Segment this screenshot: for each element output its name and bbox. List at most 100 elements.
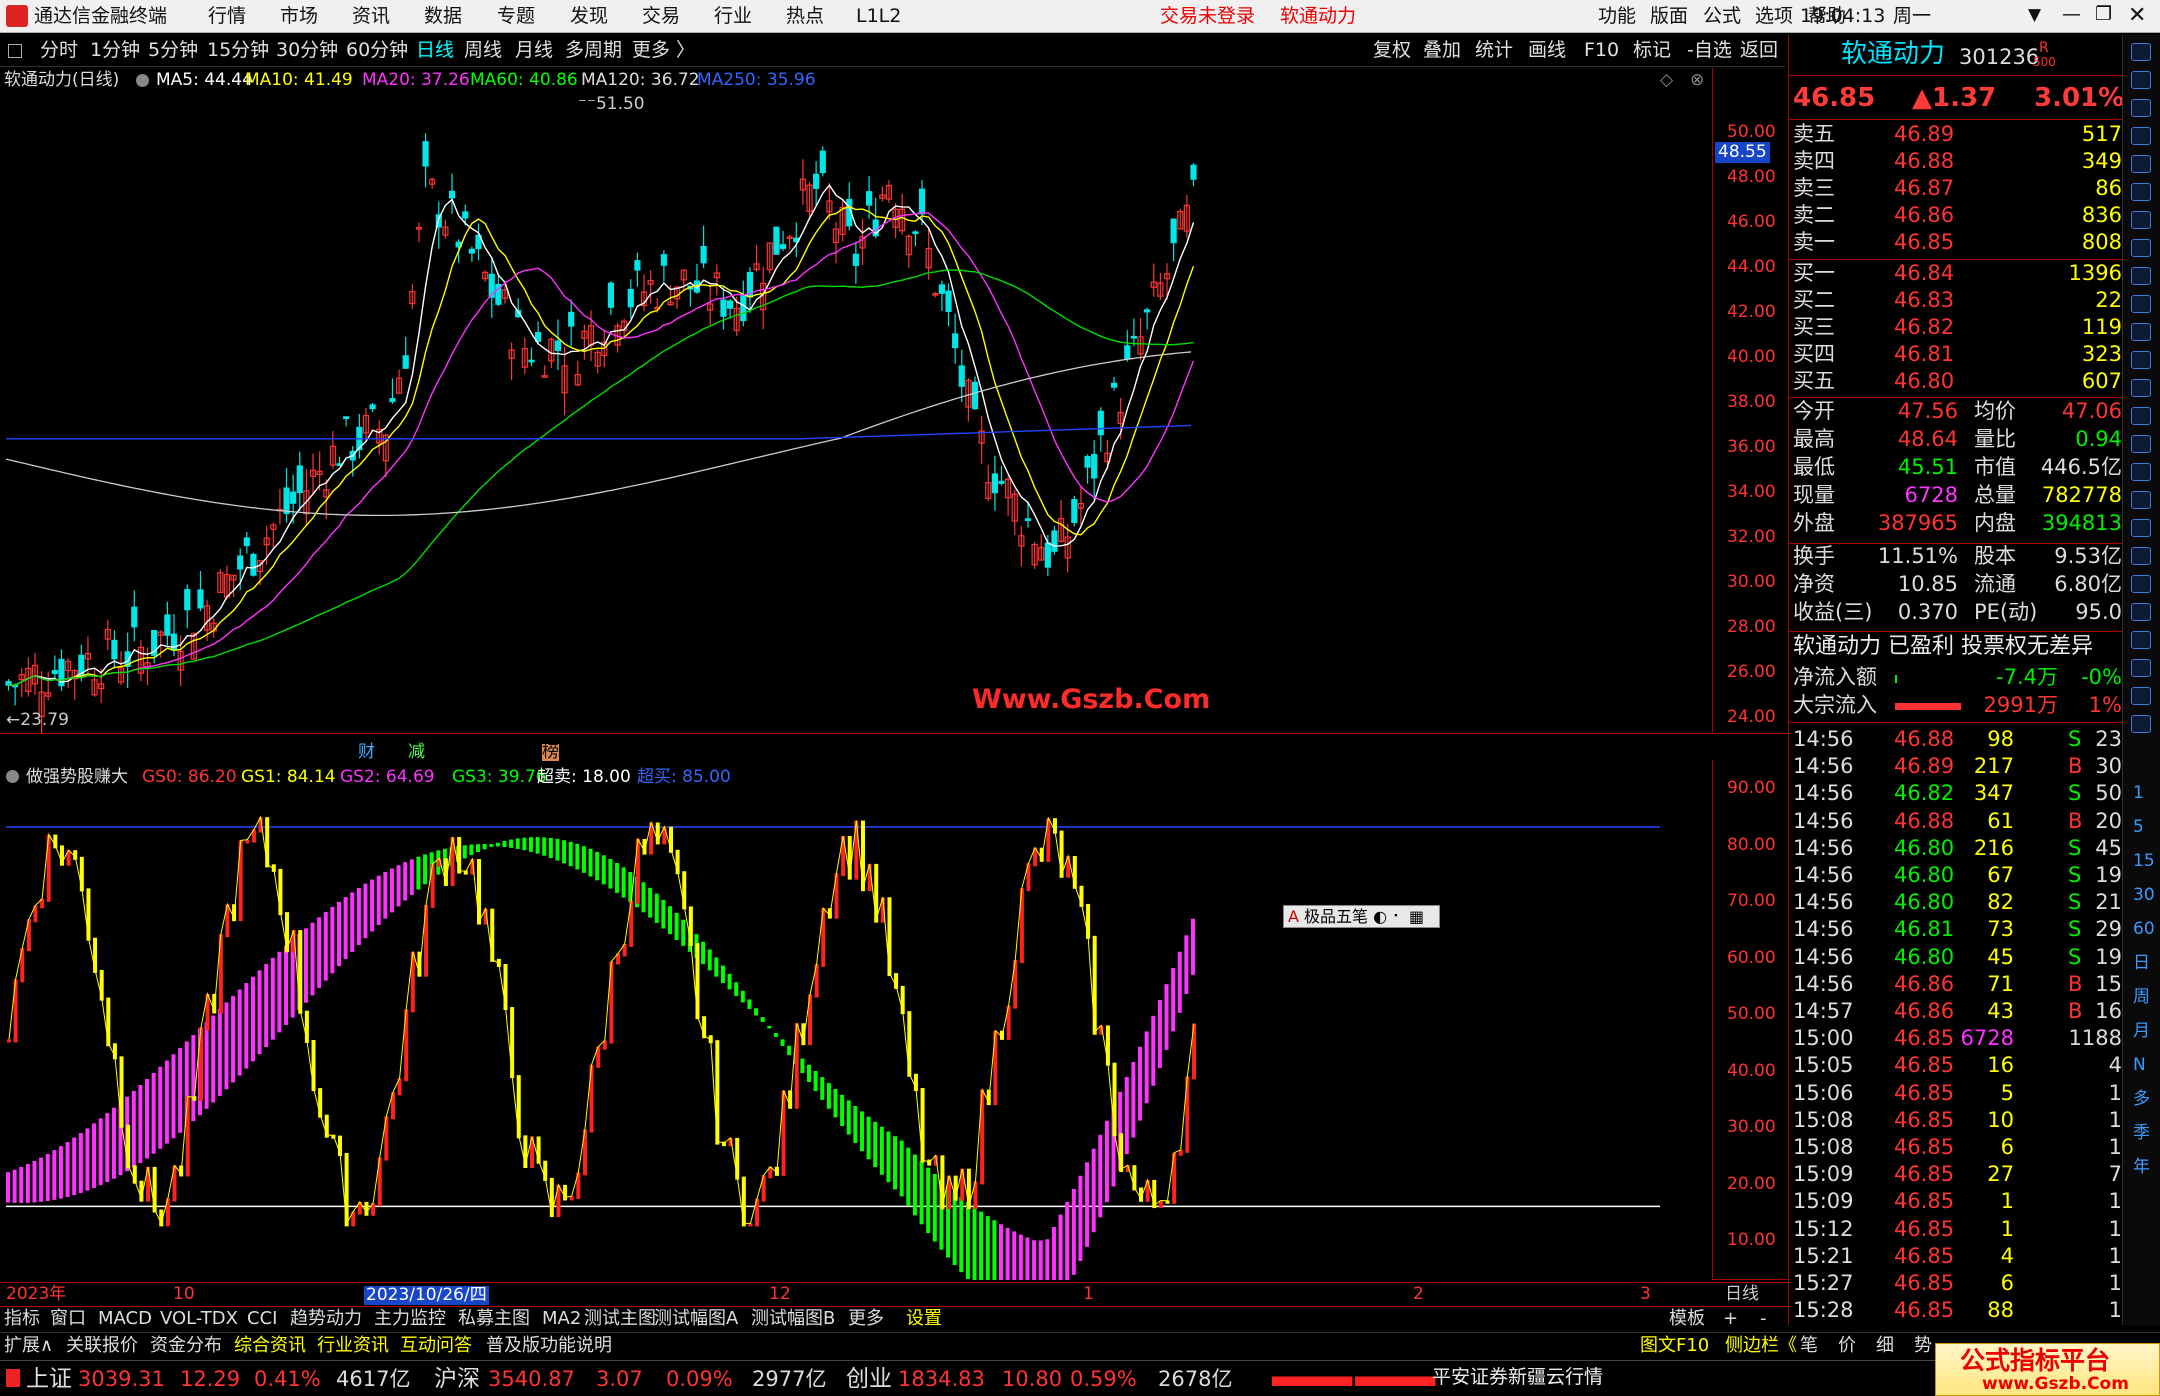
side-period-tab[interactable]: 多 [2133,1091,2150,1108]
trade-status[interactable]: 交易未登录 [1160,7,1255,26]
indicator-tab[interactable]: 主力监控 [374,1310,446,1328]
side-tool-icon[interactable] [2131,575,2151,593]
side-tool-icon[interactable] [2131,323,2151,341]
info-tab[interactable]: 扩展∧ [4,1337,53,1355]
maximize-icon[interactable]: ❐ [2095,5,2112,24]
side-tool-icon[interactable] [2131,99,2151,117]
side-tool-icon[interactable] [2131,211,2151,229]
menu-item[interactable]: 发现 [570,7,608,26]
dropdown-icon[interactable]: ▼ [2028,7,2041,24]
side-tool-icon[interactable] [2131,519,2151,537]
toolbar-button[interactable]: 复权 [1373,41,1411,60]
toolbar-button[interactable]: 返回 [1740,41,1778,60]
marker-reduce[interactable]: 减 [408,744,425,761]
close-icon[interactable]: ✕ [2128,5,2146,27]
side-tool-icon[interactable] [2131,491,2151,509]
menu-right-item[interactable]: 功能 [1598,7,1636,26]
side-period-tab[interactable]: 年 [2133,1159,2150,1176]
indicator-tab[interactable]: MA2 [542,1310,581,1328]
side-tool-icon[interactable] [2131,267,2151,285]
period-tab[interactable]: 15分钟 [207,41,269,60]
period-tab[interactable]: 5分钟 [148,41,198,60]
indicator-tab[interactable]: 测试主图 [584,1310,656,1328]
menu-item[interactable]: 交易 [642,7,680,26]
side-period-tab[interactable]: 5 [2133,819,2144,836]
period-tab[interactable]: 30分钟 [276,41,338,60]
tab-action[interactable]: + [1723,1310,1738,1328]
toolbar-button[interactable]: F10 [1584,41,1619,60]
side-tool-icon[interactable] [2131,715,2151,733]
panel-tab[interactable]: 细 [1876,1337,1894,1355]
indicator-tab[interactable]: 趋势动力 [290,1310,362,1328]
side-tool-icon[interactable] [2131,239,2151,257]
indicator-tab[interactable]: 指标 [4,1310,40,1328]
toolbar-button[interactable]: 叠加 [1423,41,1461,60]
index-name[interactable]: 创业 [846,1368,892,1391]
side-tool-icon[interactable] [2131,127,2151,145]
info-tab[interactable]: 行业资讯 [317,1337,389,1355]
side-tool-icon[interactable] [2131,43,2151,61]
panel-tab[interactable]: 势 [1914,1337,1932,1355]
info-tab[interactable]: 关联报价 [66,1337,138,1355]
chart-options-icon[interactable]: ◇ [1660,72,1673,89]
toolbar-button[interactable]: 标记 [1633,41,1671,60]
side-period-tab[interactable]: 60 [2133,921,2155,938]
side-period-tab[interactable]: 季 [2133,1125,2150,1142]
side-tool-icon[interactable] [2131,295,2151,313]
menu-item[interactable]: L1L2 [856,7,901,26]
input-method-popup[interactable]: A 极品五笔 ◐ ⠂ ▦ [1283,905,1440,928]
indicator-chart[interactable]: A 极品五笔 ◐ ⠂ ▦ [0,760,1712,1328]
side-tool-icon[interactable] [2131,603,2151,621]
chart-close-icon[interactable]: ⊗ [1690,72,1704,89]
period-tab[interactable]: 60分钟 [346,41,408,60]
side-period-tab[interactable]: 15 [2133,853,2155,870]
side-tool-icon[interactable] [2131,687,2151,705]
period-tab[interactable]: 多周期 [565,41,622,60]
index-name[interactable]: 沪深 [434,1368,480,1391]
toolbar-toggle-icon[interactable] [8,44,22,58]
tab-action[interactable]: - [1760,1310,1767,1328]
side-tool-icon[interactable] [2131,631,2151,649]
indicator-tab[interactable]: 更多 [848,1310,884,1328]
indicator-tab[interactable]: CCI [247,1310,277,1328]
legend-toggle-icon[interactable] [136,74,149,87]
side-tool-icon[interactable] [2131,379,2151,397]
side-tool-icon[interactable] [2131,435,2151,453]
period-tab[interactable]: 日线 [416,41,454,60]
side-tool-icon[interactable] [2131,463,2151,481]
period-tab[interactable]: 1分钟 [90,41,140,60]
side-tool-icon[interactable] [2131,351,2151,369]
info-tab[interactable]: 普及版功能说明 [486,1337,612,1355]
menu-item[interactable]: 专题 [497,7,535,26]
side-period-tab[interactable]: 30 [2133,887,2155,904]
menu-right-item[interactable]: 选项 [1755,7,1793,26]
indicator-tab[interactable]: 测试幅图B [751,1310,835,1328]
side-period-tab[interactable]: 日 [2133,955,2150,972]
menu-item[interactable]: 热点 [786,7,824,26]
info-tab[interactable]: 资金分布 [150,1337,222,1355]
info-tab[interactable]: 综合资讯 [234,1337,306,1355]
menu-item[interactable]: 数据 [424,7,462,26]
indicator-tab[interactable]: 私募主图 [458,1310,530,1328]
indicator-tab[interactable]: 窗口 [50,1310,86,1328]
period-tab[interactable]: 周线 [464,41,502,60]
menu-item[interactable]: 行情 [208,7,246,26]
side-tool-icon[interactable] [2131,71,2151,89]
panel-tab[interactable]: 笔 [1800,1337,1818,1355]
indicator-tab[interactable]: MACD [98,1310,152,1328]
side-tool-icon[interactable] [2131,183,2151,201]
side-period-tab[interactable]: 周 [2133,989,2150,1006]
info-tab[interactable]: 互动问答 [400,1337,472,1355]
side-period-tab[interactable]: N [2133,1057,2146,1074]
side-tool-icon[interactable] [2131,659,2151,677]
panel-tab[interactable]: 侧边栏《 [1725,1337,1797,1355]
period-tab[interactable]: 月线 [515,41,553,60]
side-tool-icon[interactable] [2131,547,2151,565]
marker-finance[interactable]: 财 [358,744,375,761]
candlestick-chart[interactable]: Www.Gszb.Com ⁻⁻51.50 ←23.79 财 减 榜 [0,94,1712,761]
marker-list[interactable]: 榜 [542,744,559,761]
tab-action[interactable]: 模板 [1669,1310,1705,1328]
panel-tab[interactable]: 价 [1838,1337,1856,1355]
period-tab[interactable]: 更多 〉 [632,41,695,60]
menu-item[interactable]: 资讯 [352,7,390,26]
